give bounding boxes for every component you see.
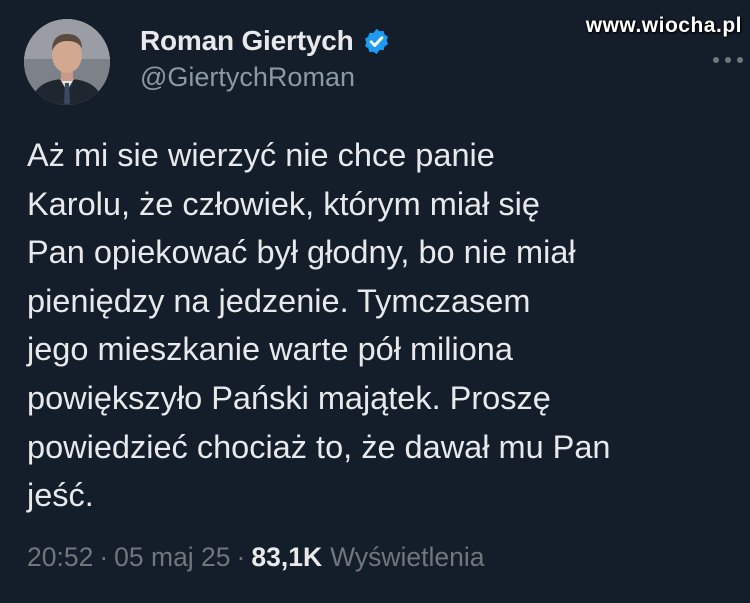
tweet-text-line: Aż mi sie wierzyć nie chce panie [27, 137, 495, 173]
tweet-text-line: jeść. [27, 477, 94, 514]
tweet-date[interactable]: 05 maj 25 [114, 542, 230, 573]
views-label: Wyświetlenia [330, 542, 485, 572]
author-handle[interactable]: @GiertychRoman [140, 62, 355, 93]
tweet-text: Aż mi sie wierzyć nie chce panie Karolu,… [27, 131, 727, 520]
tweet-meta: 20:52 · 05 maj 25 · 83,1K Wyświetlenia [27, 542, 485, 573]
author-display-name[interactable]: Roman Giertych [140, 25, 354, 57]
meta-separator: · [99, 542, 109, 572]
tweet-text-line: powiedzieć chociaż to, że dawał mu Pan [27, 428, 611, 465]
tweet-time[interactable]: 20:52 [27, 542, 93, 573]
tweet-card: Roman Giertych @GiertychRoman www.wiocha… [0, 0, 750, 603]
avatar-image [24, 19, 110, 105]
tweet-text-line: Karolu, że człowiek, którym miał się [27, 185, 540, 222]
site-watermark: www.wiocha.pl [585, 14, 742, 37]
avatar[interactable] [24, 19, 110, 105]
tweet-text-line: Pan opiekować był głodny, bo nie miał [27, 234, 576, 271]
verified-badge-icon [362, 27, 391, 56]
tweet-text-line: jego mieszkanie warte pół miliona [27, 331, 513, 368]
meta-separator: · [236, 542, 246, 572]
tweet-text-line: powiększyło Pański majątek. Proszę [27, 379, 551, 416]
author-name-row: Roman Giertych [140, 24, 391, 58]
views-count: 83,1K [251, 542, 323, 572]
more-horizontal-icon[interactable] [712, 52, 744, 63]
tweet-text-line: pieniędzy na jedzenie. Tymczasem [27, 282, 531, 319]
